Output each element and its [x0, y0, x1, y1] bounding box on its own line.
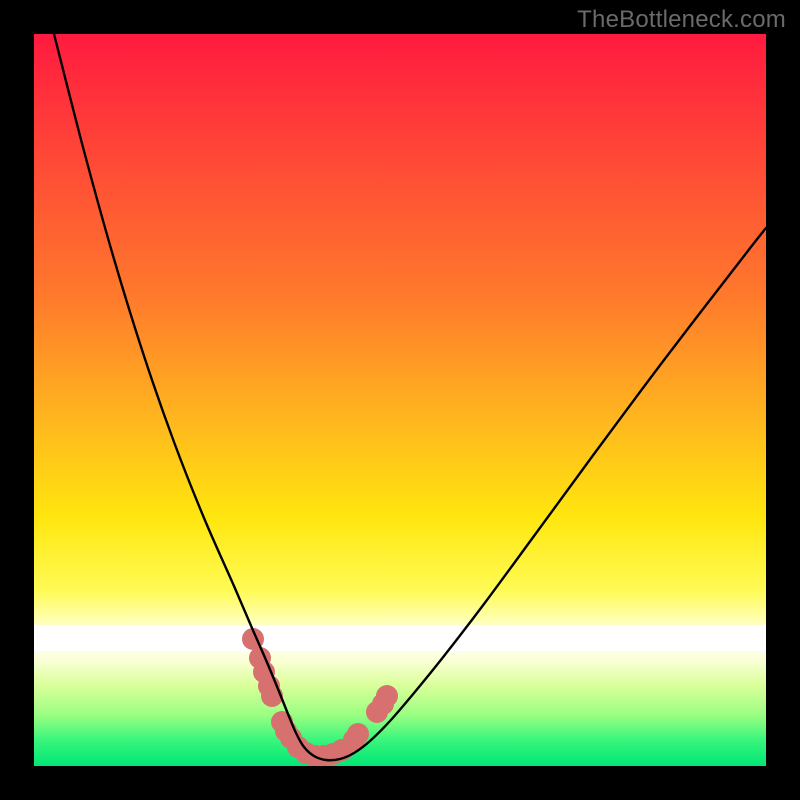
- marker-dots: [242, 628, 398, 766]
- watermark-text: TheBottleneck.com: [577, 6, 786, 34]
- plot-area: [34, 34, 766, 766]
- marker-dot: [376, 685, 398, 707]
- curve-layer: [34, 34, 766, 766]
- chart-frame: TheBottleneck.com: [0, 0, 800, 800]
- bottleneck-curve: [54, 34, 766, 760]
- marker-dot: [347, 723, 369, 745]
